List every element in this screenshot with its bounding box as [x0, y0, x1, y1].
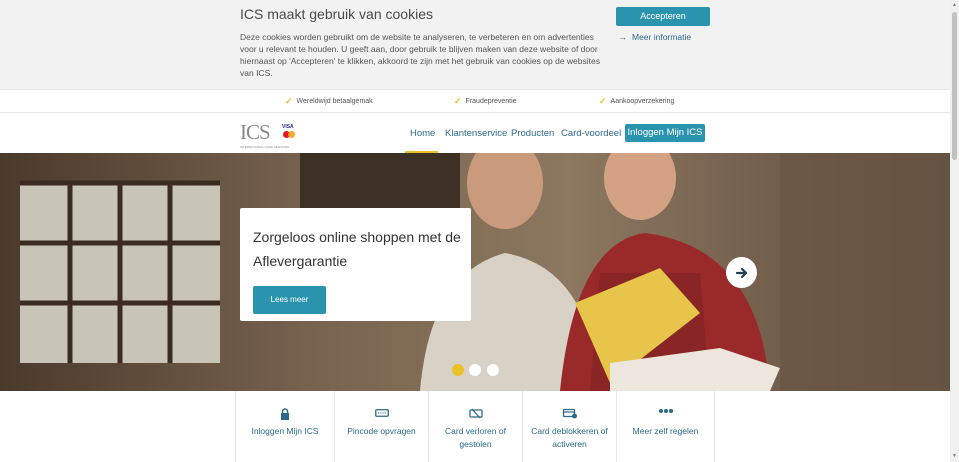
carousel-dot[interactable]	[487, 364, 499, 376]
scroll-down-icon[interactable]: ▼	[951, 453, 958, 459]
cookie-text: Deze cookies worden gebruikt om de websi…	[240, 32, 600, 78]
quick-links: Inloggen Mijn ICS Pincode opvragen Card …	[235, 391, 716, 462]
usp-item: ✓ Aankoopverzekering	[599, 96, 674, 107]
nav-item-card-voordeel[interactable]: Card-voordeel	[561, 128, 621, 139]
arrow-right-icon	[735, 267, 747, 278]
mastercard-icon	[283, 131, 295, 138]
quick-link-pincode[interactable]: Pincode opvragen	[334, 391, 428, 462]
site-header: ICS VISA INTERNATIONAL CARD SERVICES Hom…	[0, 113, 950, 153]
quick-link-label: Meer zelf regelen	[632, 426, 699, 436]
lock-icon	[281, 408, 289, 420]
quick-link-label: Card deblokkeren of activeren	[531, 426, 608, 449]
usp-label: Fraudepreventie	[465, 98, 517, 105]
hero-image	[0, 153, 950, 391]
ics-logo[interactable]: ICS VISA INTERNATIONAL CARD SERVICES	[240, 120, 300, 149]
quick-link-lost-card[interactable]: Card verloren of gestolen	[428, 391, 522, 462]
card-unlock-icon	[562, 408, 577, 419]
nav-item-home[interactable]: Home	[410, 128, 435, 139]
scroll-up-icon[interactable]: ▲	[951, 2, 958, 8]
login-mijn-ics-button[interactable]: Inloggen Mijn ICS	[625, 124, 705, 142]
quick-link-label: Inloggen Mijn ICS	[251, 426, 319, 436]
checkmark-icon: ✓	[285, 96, 293, 106]
checkmark-icon: ✓	[454, 96, 462, 106]
carousel-next-button[interactable]	[726, 257, 757, 288]
quick-link-card-unlock[interactable]: Card deblokkeren of activeren	[522, 391, 616, 462]
usp-label: Aankoopverzekering	[610, 98, 675, 105]
logo-wordmark: ICS	[240, 120, 271, 144]
arrow-right-icon: →	[618, 32, 627, 42]
checkmark-icon: ✓	[599, 96, 607, 106]
page-scrollbar[interactable]: ▲ ▼	[950, 0, 959, 462]
quick-link-more[interactable]: Meer zelf regelen	[616, 391, 715, 462]
carousel-dot[interactable]	[469, 364, 481, 376]
hero-title: Zorgeloos online shoppen met de Afleverg…	[253, 229, 461, 269]
nav-item-producten[interactable]: Producten	[511, 128, 554, 139]
page: ICS maakt gebruik van cookies Deze cooki…	[0, 0, 959, 462]
lees-meer-button[interactable]: Lees meer	[253, 286, 326, 314]
cookie-title: ICS maakt gebruik van cookies	[240, 6, 433, 22]
accept-cookies-button[interactable]: Accepteren	[616, 7, 710, 26]
visa-logo: VISA	[282, 124, 294, 130]
usp-label: Wereldwijd betaalgemak	[296, 98, 373, 105]
carousel-dot-active[interactable]	[452, 364, 464, 376]
usp-strip: ✓ Wereldwijd betaalgemak ✓ Fraudeprevent…	[0, 89, 950, 113]
lost-card-icon	[468, 408, 483, 419]
more-info-label: Meer informatie	[632, 32, 692, 42]
quick-link-label: Card verloren of gestolen	[445, 426, 506, 449]
nav-item-klantenservice[interactable]: Klantenservice	[445, 128, 507, 139]
quick-link-label: Pincode opvragen	[347, 426, 416, 436]
scroll-thumb[interactable]	[952, 12, 957, 160]
logo-subtitle: INTERNATIONAL CARD SERVICES	[240, 145, 289, 149]
more-info-link[interactable]: → Meer informatie	[618, 32, 691, 42]
hero-carousel: Zorgeloos online shoppen met de Afleverg…	[0, 153, 950, 391]
more-dots-icon	[658, 409, 673, 413]
usp-item: ✓ Wereldwijd betaalgemak	[285, 96, 373, 107]
hero-card: Zorgeloos online shoppen met de Afleverg…	[240, 208, 471, 321]
quick-link-login[interactable]: Inloggen Mijn ICS	[235, 391, 334, 462]
usp-item: ✓ Fraudepreventie	[454, 96, 517, 107]
cookie-banner: ICS maakt gebruik van cookies Deze cooki…	[0, 0, 950, 89]
pincode-icon	[374, 409, 389, 417]
